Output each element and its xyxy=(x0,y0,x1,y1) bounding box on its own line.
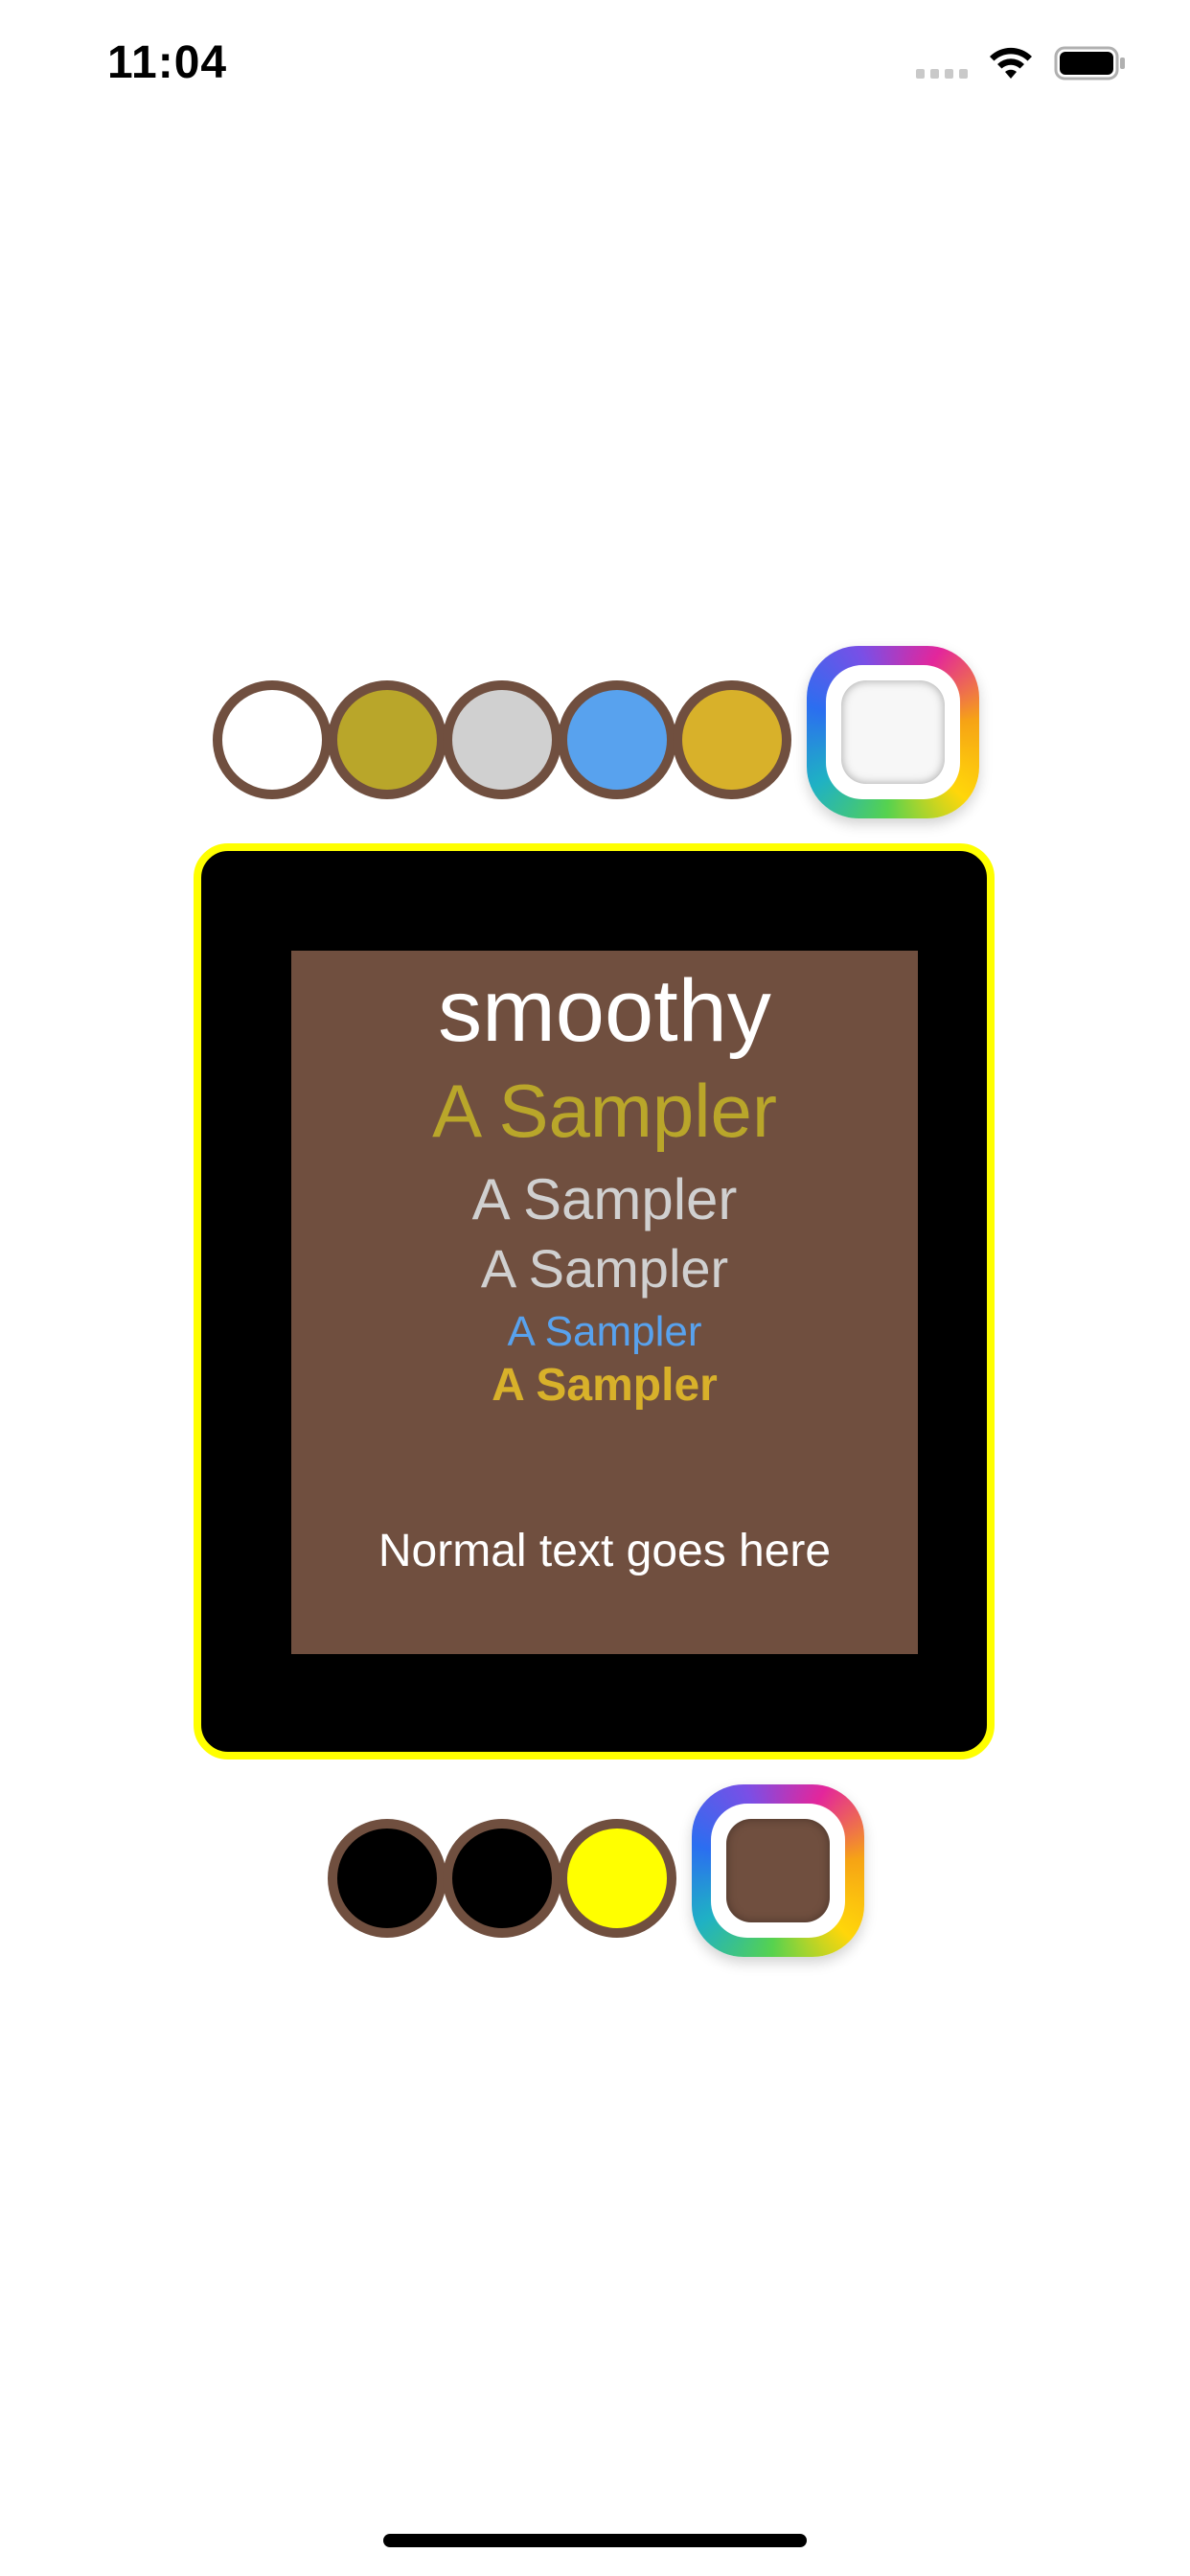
text-color-swatch-olive[interactable] xyxy=(328,680,446,799)
picker-ring xyxy=(711,1804,845,1938)
preview-title: smoothy xyxy=(438,962,771,1060)
sample-text-1: A Sampler xyxy=(432,1069,777,1153)
cellular-signal-icon xyxy=(916,69,968,79)
bg-color-swatch-yellow[interactable] xyxy=(558,1819,676,1938)
text-color-swatch-white[interactable] xyxy=(213,680,332,799)
home-indicator xyxy=(383,2534,807,2547)
text-color-picker-button[interactable] xyxy=(807,646,979,818)
text-color-swatch-gold[interactable] xyxy=(673,680,791,799)
bg-color-swatch-black-2[interactable] xyxy=(443,1819,561,1938)
picker-ring xyxy=(826,665,960,799)
preview-frame: smoothy A Sampler A Sampler A Sampler A … xyxy=(194,843,995,1760)
bg-color-swatch-black-1[interactable] xyxy=(328,1819,446,1938)
text-color-swatch-blue[interactable] xyxy=(558,680,676,799)
sample-text-5: A Sampler xyxy=(492,1360,718,1411)
selected-bg-color xyxy=(726,1819,830,1922)
bg-color-picker-button[interactable] xyxy=(692,1784,864,1957)
sample-text-4: A Sampler xyxy=(507,1308,702,1355)
text-color-swatch-light-gray[interactable] xyxy=(443,680,561,799)
preview-content: smoothy A Sampler A Sampler A Sampler A … xyxy=(291,951,918,1654)
sample-text-2: A Sampler xyxy=(471,1167,738,1231)
selected-text-color xyxy=(841,680,945,784)
battery-icon xyxy=(1054,46,1125,80)
status-time: 11:04 xyxy=(107,37,228,88)
sample-text-3: A Sampler xyxy=(480,1238,729,1299)
body-text: Normal text goes here xyxy=(378,1526,832,1576)
wifi-icon xyxy=(990,47,1032,79)
